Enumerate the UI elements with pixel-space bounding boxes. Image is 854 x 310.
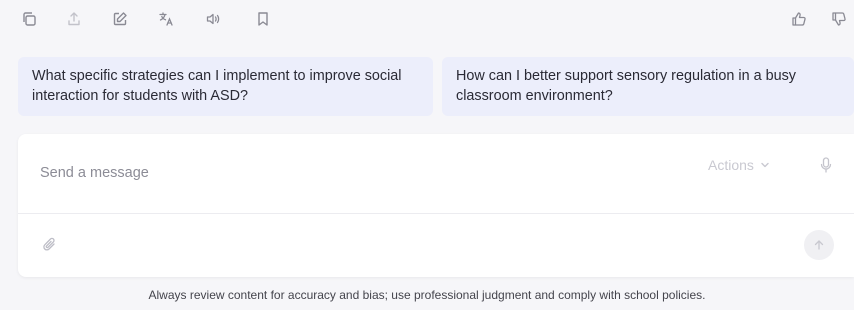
suggestion-card[interactable]: What specific strategies can I implement… bbox=[18, 57, 433, 116]
share-icon[interactable] bbox=[64, 9, 84, 29]
composer-divider bbox=[18, 213, 854, 214]
disclaimer-text: Always review content for accuracy and b… bbox=[148, 288, 706, 302]
thumbs-down-icon[interactable] bbox=[829, 9, 849, 29]
message-toolbar bbox=[0, 0, 854, 38]
microphone-icon[interactable] bbox=[818, 156, 834, 174]
thumbs-up-icon[interactable] bbox=[789, 9, 809, 29]
chevron-down-icon bbox=[761, 162, 769, 168]
paperclip-icon[interactable] bbox=[42, 236, 58, 254]
bookmark-icon[interactable] bbox=[253, 9, 273, 29]
copy-icon[interactable] bbox=[19, 9, 39, 29]
arrow-up-icon bbox=[814, 240, 824, 250]
edit-icon[interactable] bbox=[110, 9, 130, 29]
speaker-icon[interactable] bbox=[203, 9, 223, 29]
suggestion-card[interactable]: How can I better support sensory regulat… bbox=[442, 57, 854, 116]
actions-dropdown[interactable]: Actions bbox=[708, 157, 770, 173]
translate-icon[interactable] bbox=[156, 9, 176, 29]
send-button[interactable] bbox=[804, 230, 834, 260]
suggested-prompts: What specific strategies can I implement… bbox=[18, 57, 854, 116]
message-input[interactable] bbox=[18, 134, 668, 212]
actions-label: Actions bbox=[708, 157, 754, 173]
suggestion-text: What specific strategies can I implement… bbox=[32, 68, 402, 104]
suggestion-text: How can I better support sensory regulat… bbox=[456, 68, 796, 104]
message-composer: Actions bbox=[18, 134, 854, 277]
